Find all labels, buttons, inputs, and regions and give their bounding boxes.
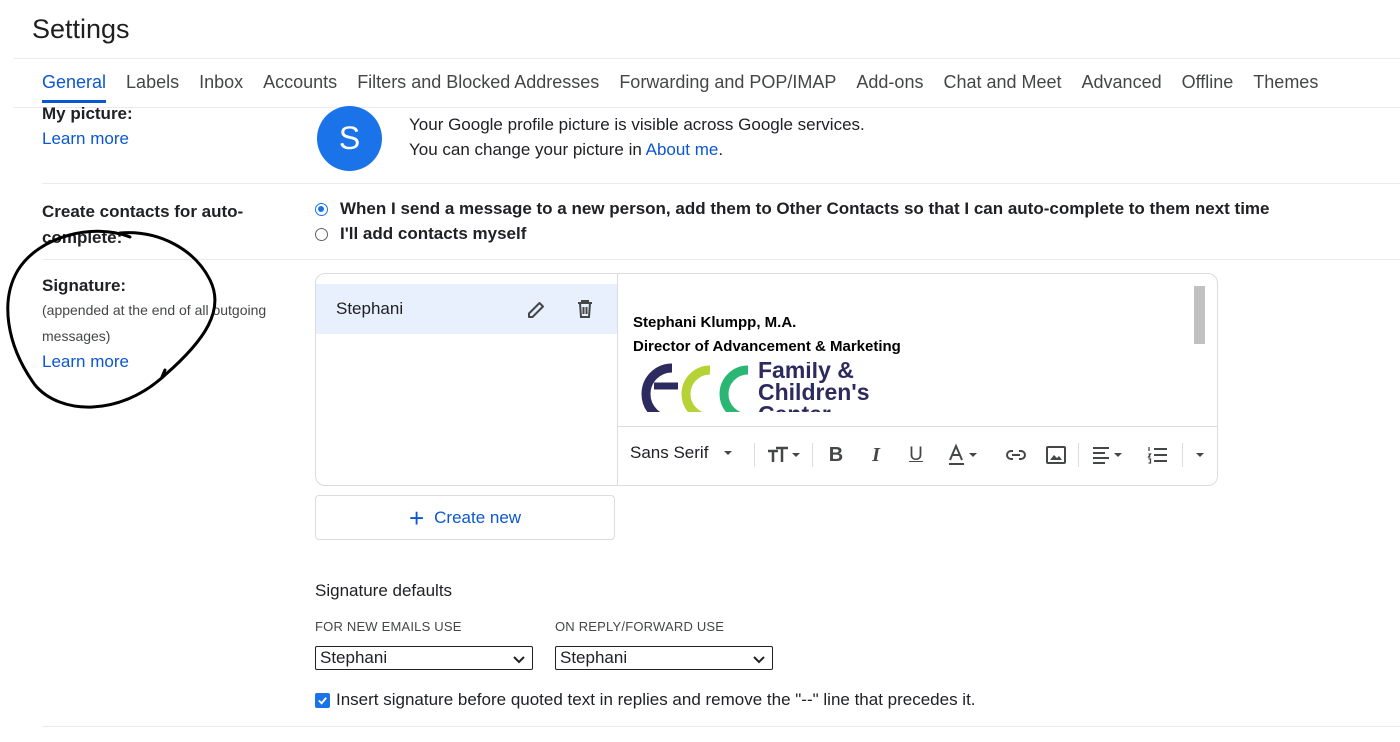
avatar-letter: S (338, 120, 361, 156)
row-divider (42, 259, 1400, 260)
align-icon[interactable] (1088, 443, 1132, 467)
signature-item-name: Stephani (336, 299, 404, 318)
tab-accounts[interactable]: Accounts (263, 72, 337, 103)
tab-general[interactable]: General (42, 72, 107, 103)
toolbar-separator (812, 443, 813, 467)
toolbar-separator (1182, 443, 1183, 467)
row-divider (42, 183, 1400, 184)
signature-list-item[interactable]: Stephani (316, 284, 617, 334)
avatar[interactable]: S (317, 106, 382, 171)
my-picture-learn-more-link[interactable]: Learn more (42, 129, 129, 149)
radio-unchecked-icon[interactable] (315, 227, 328, 241)
chevron-down-icon (753, 656, 765, 664)
image-icon[interactable] (1044, 443, 1068, 467)
create-new-button[interactable]: + Create new (315, 495, 615, 540)
text-color-icon[interactable] (944, 443, 988, 467)
reply-forward-label: ON REPLY/FORWARD USE (555, 619, 725, 634)
new-emails-select[interactable]: Stephani (315, 646, 533, 670)
my-picture-label: My picture: (42, 104, 133, 123)
font-family-label: Sans Serif (630, 443, 709, 462)
signature-name-line: Stephani Klumpp, M.A. (633, 314, 797, 331)
reply-forward-select[interactable]: Stephani (555, 646, 773, 670)
insert-signature-label: Insert signature before quoted text in r… (336, 690, 976, 709)
signature-learn-more-link[interactable]: Learn more (42, 352, 129, 372)
picture-line-2-suffix: . (718, 140, 724, 159)
chevron-down-icon (513, 656, 525, 664)
settings-tabs: General Labels Inbox Accounts Filters an… (42, 72, 1338, 103)
tabs-divider (14, 107, 1400, 108)
contacts-label: Create contacts for auto-complete: (42, 202, 244, 247)
tab-labels[interactable]: Labels (126, 72, 179, 103)
tab-inbox[interactable]: Inbox (199, 72, 243, 103)
contacts-option-auto[interactable]: When I send a message to a new person, a… (315, 199, 1270, 219)
plus-icon: + (408, 502, 425, 533)
signature-list: Stephani (316, 274, 618, 485)
tab-themes[interactable]: Themes (1253, 72, 1318, 103)
link-icon[interactable] (1004, 443, 1028, 467)
italic-icon[interactable]: I (864, 443, 888, 467)
more-options-icon[interactable] (1188, 443, 1212, 467)
signature-title-line: Director of Advancement & Marketing (633, 338, 901, 355)
tab-addons[interactable]: Add-ons (856, 72, 923, 103)
tab-forwarding[interactable]: Forwarding and POP/IMAP (619, 72, 836, 103)
signature-label: Signature: (42, 276, 127, 295)
contacts-option-manual[interactable]: I'll add contacts myself (315, 224, 526, 244)
bold-icon[interactable]: B (824, 443, 848, 467)
checkbox-checked-icon[interactable] (315, 692, 330, 708)
toolbar-separator (754, 443, 755, 467)
chevron-down-icon (724, 451, 733, 455)
toolbar-separator (1078, 443, 1079, 467)
signature-defaults-title: Signature defaults (315, 581, 453, 600)
new-emails-select-value: Stephani (320, 648, 388, 667)
insert-signature-option[interactable]: Insert signature before quoted text in r… (315, 690, 976, 710)
signature-sublabel: (appended at the end of all outgoing mes… (42, 302, 267, 344)
formatting-toolbar: Sans Serif B I U (618, 427, 1217, 484)
trash-icon[interactable] (573, 297, 597, 321)
contacts-option-auto-label: When I send a message to a new person, a… (340, 199, 1270, 218)
row-divider (42, 726, 1400, 727)
numbered-list-icon[interactable] (1146, 443, 1170, 467)
picture-line-1: Your Google profile picture is visible a… (409, 115, 865, 134)
logo-text-2: Children's (758, 379, 870, 405)
picture-line-2: You can change your picture in About me. (409, 137, 865, 162)
tab-advanced[interactable]: Advanced (1082, 72, 1162, 103)
create-new-label: Create new (434, 507, 522, 527)
tab-offline[interactable]: Offline (1182, 72, 1234, 103)
header-divider (14, 58, 1400, 59)
about-me-link[interactable]: About me (646, 140, 719, 159)
contacts-option-manual-label: I'll add contacts myself (340, 224, 527, 243)
picture-description: Your Google profile picture is visible a… (409, 112, 865, 162)
fcc-logo: Family & Children's Center (638, 362, 898, 412)
edit-pencil-icon[interactable] (525, 297, 549, 321)
editor-scrollbar[interactable] (1194, 286, 1205, 344)
signature-content-editor[interactable]: Stephani Klumpp, M.A. Director of Advanc… (618, 274, 1217, 427)
tab-filters[interactable]: Filters and Blocked Addresses (357, 72, 599, 103)
text-size-icon[interactable] (763, 443, 807, 467)
picture-line-2-text: You can change your picture in (409, 140, 646, 159)
tab-chat-meet[interactable]: Chat and Meet (943, 72, 1061, 103)
radio-checked-icon[interactable] (315, 202, 328, 216)
reply-forward-select-value: Stephani (560, 648, 628, 667)
page-title: Settings (32, 14, 130, 44)
new-emails-label: FOR NEW EMAILS USE (315, 619, 462, 634)
signature-editor-panel: Stephani Stephani Klumpp, M.A. Director … (315, 273, 1218, 486)
font-family-select[interactable]: Sans Serif (630, 443, 738, 463)
logo-wordmark: Family & Children's Center (758, 362, 870, 412)
underline-icon[interactable]: U (904, 443, 928, 467)
